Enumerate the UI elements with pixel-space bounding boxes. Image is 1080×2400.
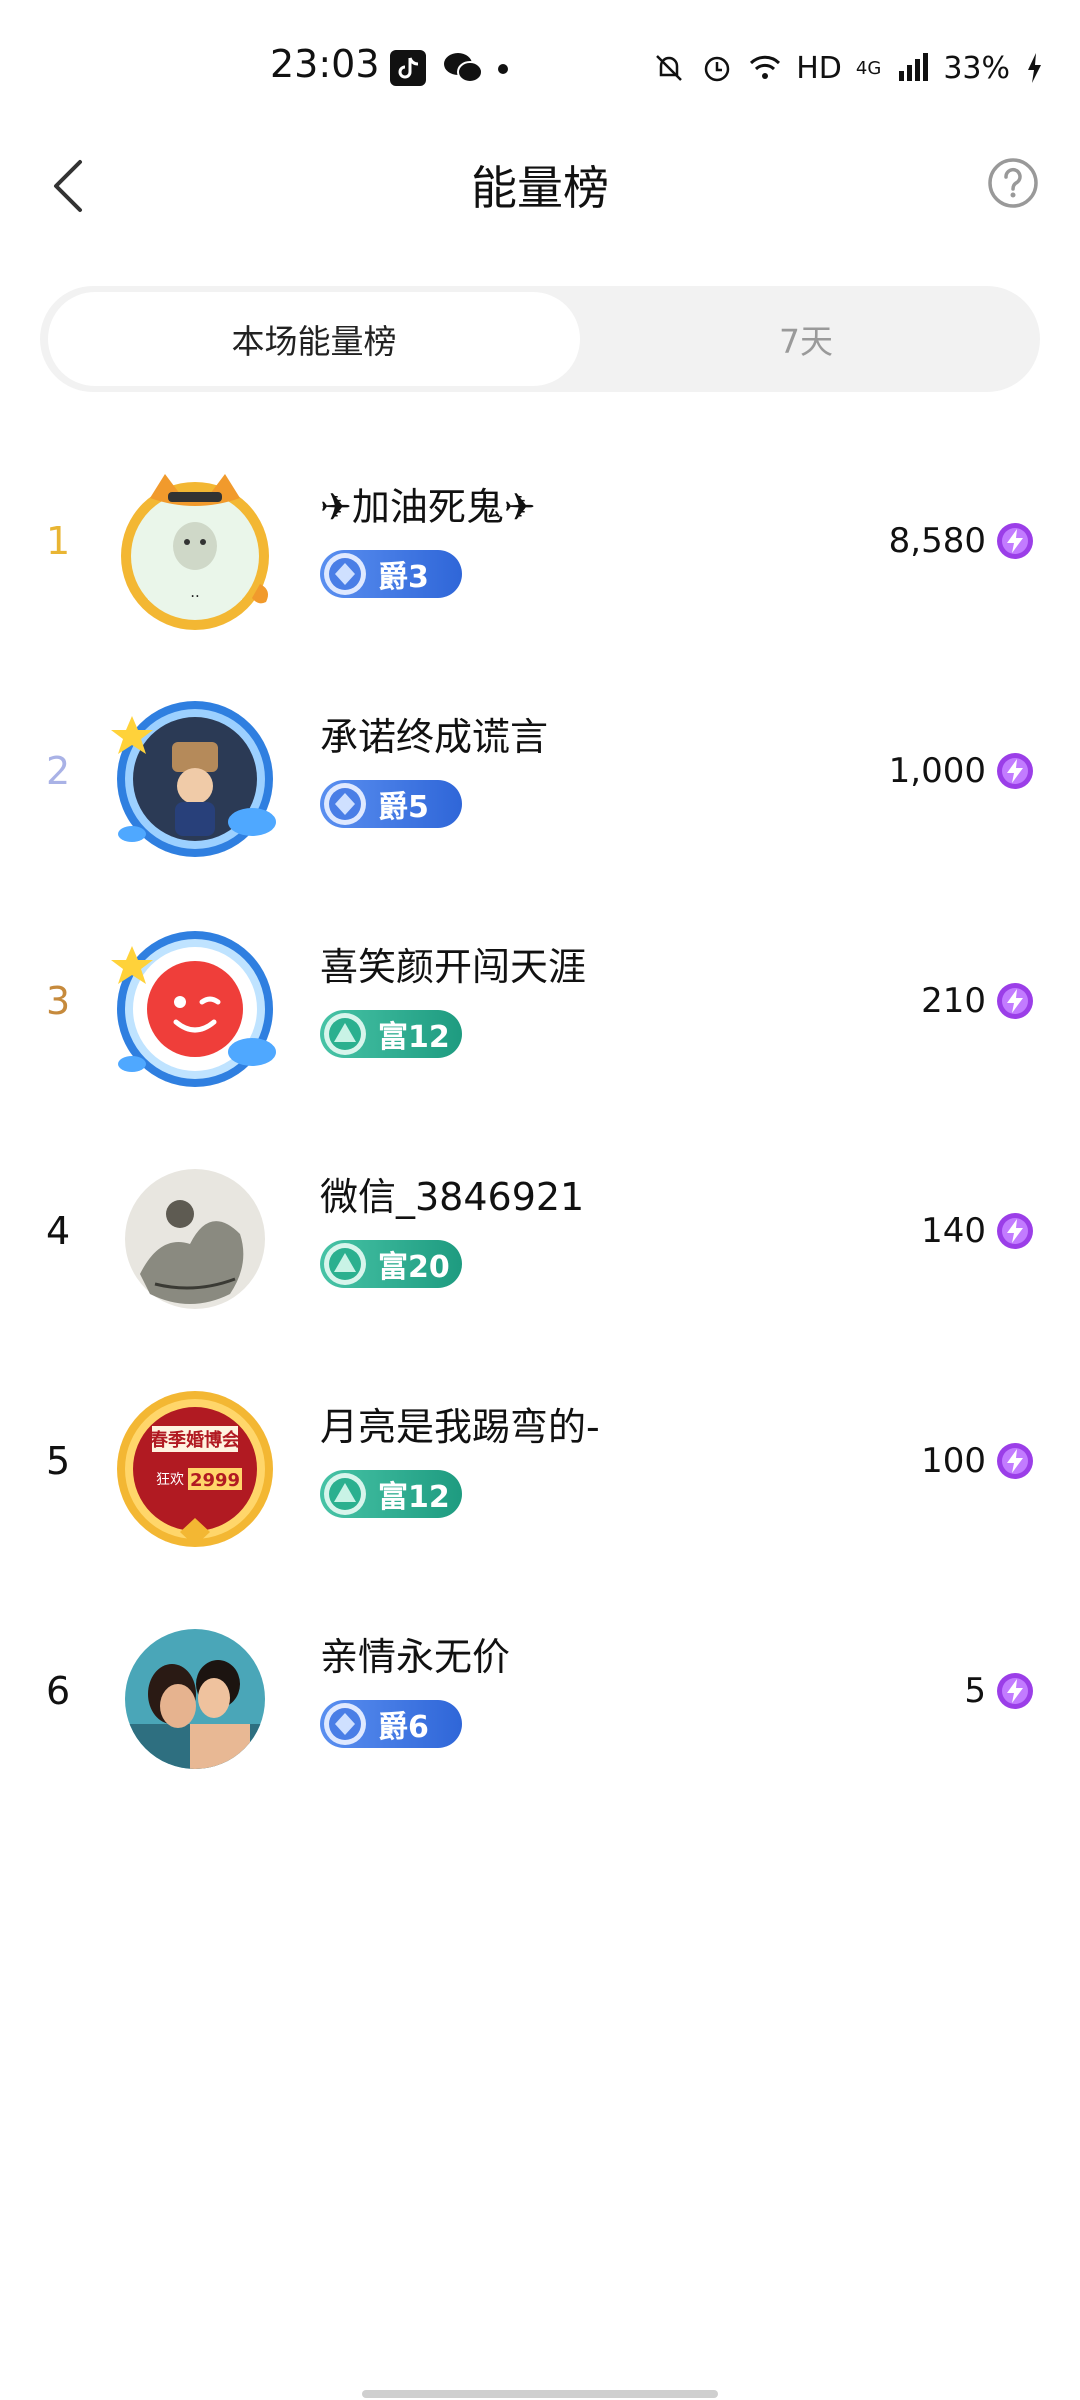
list-item[interactable]: 2 承诺终成谎言 爵5 1,000: [0, 656, 1080, 886]
avatar-text-promo: 狂欢: [156, 1472, 184, 1488]
charging-icon: [1028, 53, 1041, 83]
energy-score: 100: [921, 1441, 986, 1481]
energy-icon: [997, 1673, 1033, 1709]
couple-photo-avatar-icon: [125, 1629, 265, 1769]
tiger-frame-dog-avatar-icon: ..: [121, 474, 269, 630]
energy-score: 140: [921, 1211, 986, 1251]
energy-score: 210: [921, 981, 986, 1021]
badge-label: 富12: [378, 1480, 450, 1515]
user-name: ✈加油死鬼✈: [320, 485, 536, 529]
list-item[interactable]: 5 春季婚博会 狂欢 2999 月亮是我踢弯的- 富12 100: [0, 1346, 1080, 1576]
status-bar: 23:03 HD 4G 33%: [0, 0, 1080, 120]
home-indicator[interactable]: [362, 2390, 718, 2398]
network-hd: HD: [796, 50, 842, 86]
gold-frame-wedding-expo-avatar-icon: 春季婚博会 狂欢 2999: [117, 1391, 273, 1547]
page-title: 能量榜: [471, 161, 609, 215]
avatar-text-price: 2999: [190, 1470, 240, 1491]
avatar[interactable]: 春季婚博会 狂欢 2999: [110, 1384, 280, 1554]
level-badge: 富20: [320, 1240, 462, 1288]
energy-icon: [997, 523, 1033, 559]
help-button[interactable]: [986, 156, 1040, 210]
badge-label: 富20: [378, 1250, 450, 1285]
header: 能量榜: [0, 120, 1080, 250]
battery-percent: 33%: [943, 50, 1010, 86]
status-right: HD 4G 33%: [652, 46, 1044, 90]
user-name: 喜笑颜开闯天涯: [320, 945, 587, 989]
diamond-badge-icon: [324, 783, 366, 825]
avatar[interactable]: ..: [110, 464, 280, 634]
status-time: 23:03: [270, 42, 380, 86]
triangle-badge-icon: [324, 1473, 366, 1515]
avatar-text-title: 春季婚博会: [150, 1429, 240, 1451]
rank-number: 3: [46, 979, 71, 1023]
diamond-badge-icon: [324, 553, 366, 595]
tab-7-days[interactable]: 7天: [580, 292, 1032, 386]
badge-label: 爵6: [378, 1710, 429, 1745]
badge-label: 爵5: [378, 790, 429, 825]
list-item[interactable]: 4 微信_3846921 富20 140: [0, 1116, 1080, 1346]
user-name: 承诺终成谎言: [320, 715, 549, 759]
avatar[interactable]: [110, 694, 280, 864]
triangle-badge-icon: [324, 1013, 366, 1055]
blue-frame-child-avatar-icon: [111, 701, 276, 857]
help-icon: [988, 158, 1038, 208]
network-gen: 4G: [855, 57, 882, 79]
energy-icon: [997, 753, 1033, 789]
wifi-icon: [750, 55, 781, 79]
notification-dot-icon: [498, 64, 508, 74]
rank-number: 2: [46, 749, 71, 793]
energy-score: 5: [964, 1671, 986, 1711]
tab-bar: 本场能量榜 7天: [40, 286, 1040, 392]
ink-painting-avatar-icon: [125, 1169, 265, 1309]
triangle-badge-icon: [324, 1243, 366, 1285]
bell-muted-icon: [656, 55, 683, 81]
rank-number: 5: [46, 1439, 71, 1483]
signal-icon: [899, 53, 929, 81]
badge-label: 爵3: [378, 560, 429, 595]
user-name: 亲情永无价: [320, 1635, 511, 1679]
level-badge: 爵3: [320, 550, 462, 598]
tiktok-icon: [390, 50, 426, 86]
avatar[interactable]: [110, 1614, 280, 1784]
diamond-badge-icon: [324, 1703, 366, 1745]
user-name: 月亮是我踢弯的-: [320, 1405, 600, 1449]
avatar[interactable]: [110, 924, 280, 1094]
blue-frame-wink-avatar-icon: [111, 931, 276, 1087]
user-name: 微信_3846921: [320, 1175, 585, 1219]
energy-icon: [997, 983, 1033, 1019]
energy-score: 1,000: [888, 751, 986, 791]
list-item[interactable]: 6 亲情永无价 爵6 5: [0, 1576, 1080, 1806]
list-item[interactable]: 3 喜笑颜开闯天涯 富12 210: [0, 886, 1080, 1116]
alarm-icon: [704, 56, 730, 82]
energy-score: 8,580: [888, 521, 986, 561]
badge-label: 富12: [378, 1020, 450, 1055]
rank-number: 6: [46, 1669, 71, 1713]
rank-number: 1: [46, 519, 71, 563]
level-badge: 爵6: [320, 1700, 462, 1748]
tab-current-session[interactable]: 本场能量榜: [48, 292, 580, 386]
wechat-icon: [442, 50, 484, 86]
level-badge: 爵5: [320, 780, 462, 828]
list-item[interactable]: 1 .. ✈加油死鬼✈ 爵3 8,580: [0, 426, 1080, 656]
energy-icon: [997, 1213, 1033, 1249]
level-badge: 富12: [320, 1470, 462, 1518]
level-badge: 富12: [320, 1010, 462, 1058]
energy-icon: [997, 1443, 1033, 1479]
svg-text:..: ..: [190, 583, 200, 601]
avatar[interactable]: [110, 1154, 280, 1324]
rank-number: 4: [46, 1209, 71, 1253]
